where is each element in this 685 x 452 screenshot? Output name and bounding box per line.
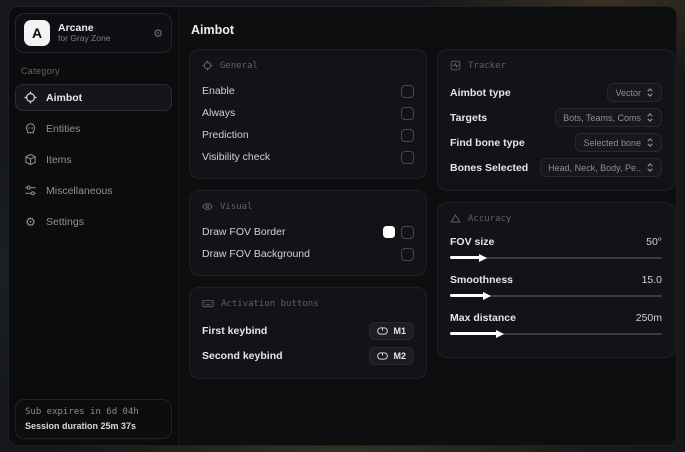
accuracy-card: Accuracy FOV size 50° Smoothness 15.0 Ma… — [437, 202, 675, 358]
fov-size-slider[interactable] — [450, 253, 662, 262]
right-column: Tracker Aimbot type Vector Targets Bots,… — [437, 49, 675, 379]
app-window: A Arcane for Gray Zone ⚙ Category Aimbot — [8, 6, 677, 446]
sidebar: A Arcane for Gray Zone ⚙ Category Aimbot — [9, 7, 179, 445]
visibility-check-checkbox[interactable] — [401, 150, 414, 164]
sidebar-item-label: Settings — [46, 215, 84, 228]
gear-icon[interactable]: ⚙ — [153, 27, 163, 40]
section-title: Accuracy — [468, 213, 512, 224]
sidebar-nav: Aimbot Entities Items Miscellaneous ⚙ Se… — [15, 84, 172, 235]
brand-text: Arcane for Gray Zone — [58, 22, 145, 44]
smoothness-setting: Smoothness 15.0 — [450, 271, 662, 300]
slider-thumb[interactable] — [495, 329, 504, 338]
section-title: General — [220, 60, 258, 71]
setting-row-bones-selected: Bones Selected Head, Neck, Body, Pe.. — [450, 155, 662, 180]
chevron-up-down-icon — [647, 138, 653, 147]
session-duration-text: Session duration 25m 37s — [25, 421, 137, 431]
setting-row-draw-fov-border: Draw FOV Border — [202, 221, 414, 243]
crosshair-icon — [24, 91, 37, 104]
chevron-up-down-icon — [647, 163, 653, 172]
tracker-icon — [450, 60, 461, 71]
slider-thumb[interactable] — [478, 253, 487, 262]
targets-select[interactable]: Bots, Teams, Coms — [555, 108, 662, 127]
setting-row-enable: Enable — [202, 80, 414, 102]
prediction-checkbox[interactable] — [401, 128, 414, 142]
fov-border-color-swatch[interactable] — [383, 226, 395, 238]
section-title: Activation buttons — [221, 298, 319, 309]
max-distance-value: 250m — [635, 312, 662, 324]
tracker-card: Tracker Aimbot type Vector Targets Bots,… — [437, 49, 675, 191]
brand-card[interactable]: A Arcane for Gray Zone ⚙ — [15, 13, 172, 53]
always-checkbox[interactable] — [401, 106, 414, 120]
chevron-up-down-icon — [647, 113, 653, 122]
first-keybind-button[interactable]: M1 — [369, 321, 414, 340]
section-title: Visual — [220, 201, 253, 212]
setting-row-aimbot-type: Aimbot type Vector — [450, 80, 662, 105]
skull-icon — [24, 122, 37, 135]
sliders-icon — [24, 184, 37, 197]
aimbot-type-select[interactable]: Vector — [607, 83, 662, 102]
sidebar-item-label: Aimbot — [46, 91, 83, 104]
sidebar-item-entities[interactable]: Entities — [15, 115, 172, 142]
setting-row-draw-fov-background: Draw FOV Background — [202, 243, 414, 265]
sub-expires-text: Sub expires in 6d 04h — [25, 407, 139, 417]
bones-selected-select[interactable]: Head, Neck, Body, Pe.. — [540, 158, 662, 177]
app-subtitle: for Gray Zone — [58, 33, 111, 44]
second-keybind-button[interactable]: M2 — [369, 346, 414, 365]
general-card: General Enable Always Prediction Visibil… — [189, 49, 427, 179]
setting-row-prediction: Prediction — [202, 124, 414, 146]
activation-buttons-card: Activation buttons First keybind M1 Seco… — [189, 287, 427, 379]
category-label: Category — [21, 66, 60, 76]
setting-row-first-keybind: First keybind M1 — [202, 318, 414, 343]
sidebar-item-items[interactable]: Items — [15, 146, 172, 173]
section-title: Tracker — [468, 60, 506, 71]
gear-icon: ⚙ — [25, 214, 36, 229]
page-title: Aimbot — [191, 23, 235, 37]
mouse-icon — [377, 351, 389, 360]
setting-row-find-bone-type: Find bone type Selected bone — [450, 130, 662, 155]
max-distance-slider[interactable] — [450, 329, 662, 338]
keyboard-icon — [202, 299, 214, 308]
sidebar-item-label: Entities — [46, 122, 81, 135]
setting-row-targets: Targets Bots, Teams, Coms — [450, 105, 662, 130]
sidebar-item-label: Miscellaneous — [46, 184, 113, 197]
smoothness-value: 15.0 — [641, 274, 662, 286]
left-column: General Enable Always Prediction Visibil… — [189, 49, 427, 379]
visual-card: Visual Draw FOV Border Draw FOV Backgrou… — [189, 190, 427, 276]
sidebar-item-miscellaneous[interactable]: Miscellaneous — [15, 177, 172, 204]
setting-row-always: Always — [202, 102, 414, 124]
draw-fov-background-checkbox[interactable] — [401, 247, 414, 261]
sidebar-item-aimbot[interactable]: Aimbot — [15, 84, 172, 111]
slider-thumb[interactable] — [482, 291, 491, 300]
sidebar-item-settings[interactable]: ⚙ Settings — [15, 208, 172, 235]
crosshair-icon — [202, 60, 213, 71]
setting-row-second-keybind: Second keybind M2 — [202, 343, 414, 368]
fov-size-setting: FOV size 50° — [450, 233, 662, 262]
sidebar-item-label: Items — [46, 153, 72, 166]
subscription-status: Sub expires in 6d 04h Session duration 2… — [15, 399, 172, 439]
accuracy-icon — [450, 214, 461, 223]
draw-fov-border-checkbox[interactable] — [401, 225, 414, 239]
chevron-up-down-icon — [647, 88, 653, 97]
find-bone-type-select[interactable]: Selected bone — [575, 133, 662, 152]
cube-icon — [24, 153, 37, 166]
smoothness-slider[interactable] — [450, 291, 662, 300]
enable-checkbox[interactable] — [401, 84, 414, 98]
fov-size-value: 50° — [646, 236, 662, 248]
app-logo: A — [24, 20, 50, 46]
max-distance-setting: Max distance 250m — [450, 309, 662, 338]
setting-row-visibility-check: Visibility check — [202, 146, 414, 168]
mouse-icon — [377, 326, 389, 335]
eye-icon — [202, 203, 213, 210]
main-panel: Aimbot General Enable Always Prediction … — [179, 7, 676, 445]
